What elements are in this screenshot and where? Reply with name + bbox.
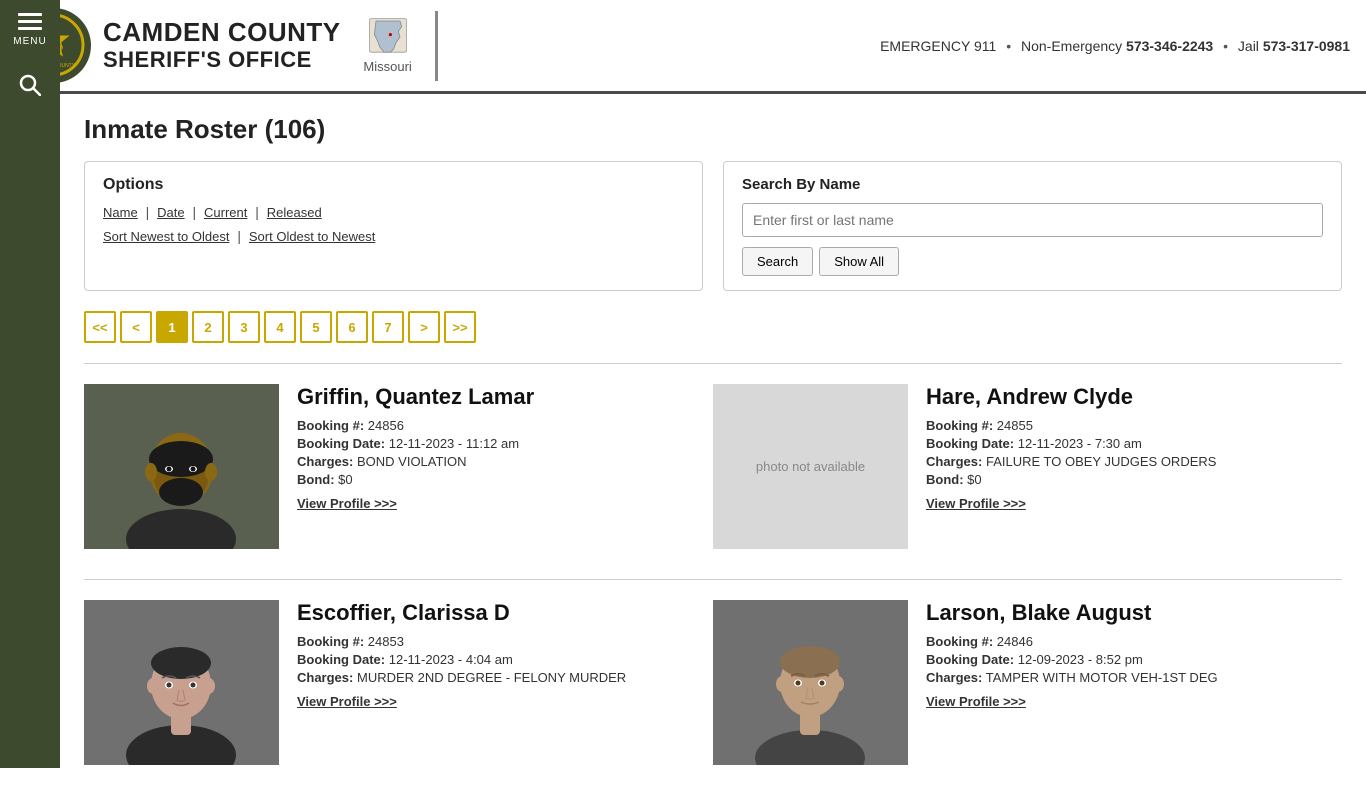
inmate-info: Griffin, Quantez Lamar Booking #: 24856 … <box>297 384 713 549</box>
divider-top <box>84 363 1342 364</box>
inmate-charges-3: Charges: MURDER 2ND DEGREE - FELONY MURD… <box>297 670 713 685</box>
inmate-name-2: Hare, Andrew Clyde <box>926 384 1342 410</box>
pagination: << < 1 2 3 4 5 6 7 > >> <box>84 311 1342 343</box>
inmate-card: Escoffier, Clarissa D Booking #: 24853 B… <box>84 600 713 765</box>
agency-name-line2: SHERIFF'S OFFICE <box>103 47 341 73</box>
sidebar-search-button[interactable] <box>0 60 60 110</box>
agency-name: CAMDEN COUNTY SHERIFF'S OFFICE <box>103 18 341 73</box>
emergency-label: EMERGENCY 911 <box>880 38 996 54</box>
separator2: • <box>1223 38 1228 54</box>
page-5[interactable]: 5 <box>300 311 332 343</box>
page-6[interactable]: 6 <box>336 311 368 343</box>
non-emergency-number: 573-346-2243 <box>1126 38 1213 54</box>
search-box: Search By Name Search Show All <box>723 161 1342 291</box>
page-last[interactable]: >> <box>444 311 476 343</box>
site-header: CCSO CAMDEN COUNTY CAMDEN COUNTY SHERIFF… <box>0 0 1366 94</box>
sort-newest-link[interactable]: Sort Newest to Oldest <box>103 229 229 244</box>
show-all-button[interactable]: Show All <box>819 247 899 276</box>
page-first[interactable]: << <box>84 311 116 343</box>
inmate-photo-placeholder: photo not available <box>713 384 908 549</box>
search-btn-row: Search Show All <box>742 247 1323 276</box>
search-button[interactable]: Search <box>742 247 813 276</box>
inmate-booking-date-3: Booking Date: 12-11-2023 - 4:04 am <box>297 652 713 667</box>
inmate-photo <box>713 600 908 765</box>
filter-name-link[interactable]: Name <box>103 205 138 220</box>
main-content: Inmate Roster (106) Options Name | Date … <box>60 94 1366 805</box>
inmate-booking-num-2: Booking #: 24855 <box>926 418 1342 433</box>
header-left: CCSO CAMDEN COUNTY CAMDEN COUNTY SHERIFF… <box>16 8 448 83</box>
inmate-charges-1: Charges: BOND VIOLATION <box>297 454 713 469</box>
page-7[interactable]: 7 <box>372 311 404 343</box>
view-profile-link-1[interactable]: View Profile >>> <box>297 496 397 511</box>
page-3[interactable]: 3 <box>228 311 260 343</box>
inmate-booking-num-1: Booking #: 24856 <box>297 418 713 433</box>
inmate-booking-date-2: Booking Date: 12-11-2023 - 7:30 am <box>926 436 1342 451</box>
jail-number: 573-317-0981 <box>1263 38 1350 54</box>
search-title: Search By Name <box>742 176 1323 193</box>
inmate-charges-2: Charges: FAILURE TO OBEY JUDGES ORDERS <box>926 454 1342 469</box>
inmate-card: Griffin, Quantez Lamar Booking #: 24856 … <box>84 384 713 549</box>
page-prev[interactable]: < <box>120 311 152 343</box>
page-next[interactable]: > <box>408 311 440 343</box>
menu-button[interactable]: MENU <box>0 0 60 60</box>
inmate-name-3: Escoffier, Clarissa D <box>297 600 713 626</box>
inmate-card: Larson, Blake August Booking #: 24846 Bo… <box>713 600 1342 765</box>
options-box: Options Name | Date | Current | Released… <box>84 161 703 291</box>
filter-released-link[interactable]: Released <box>267 205 322 220</box>
options-title: Options <box>103 176 684 194</box>
inmate-bond-1: Bond: $0 <box>297 472 713 487</box>
sort-links: Sort Newest to Oldest | Sort Oldest to N… <box>103 228 684 244</box>
inmate-photo <box>84 384 279 549</box>
filter-date-link[interactable]: Date <box>157 205 184 220</box>
divider-mid <box>84 579 1342 580</box>
inmate-booking-num-4: Booking #: 24846 <box>926 634 1342 649</box>
inmate-booking-num-3: Booking #: 24853 <box>297 634 713 649</box>
agency-name-line1: CAMDEN COUNTY <box>103 18 341 47</box>
sort-oldest-link[interactable]: Sort Oldest to Newest <box>249 229 375 244</box>
separator1: • <box>1006 38 1011 54</box>
menu-label: MENU <box>13 36 46 47</box>
filter-links: Name | Date | Current | Released <box>103 204 684 220</box>
page-1[interactable]: 1 <box>156 311 188 343</box>
inmate-name-4: Larson, Blake August <box>926 600 1342 626</box>
inmate-row: Escoffier, Clarissa D Booking #: 24853 B… <box>84 600 1342 785</box>
jail-label: Jail <box>1238 38 1259 54</box>
inmate-info: Escoffier, Clarissa D Booking #: 24853 B… <box>297 600 713 765</box>
inmate-card: photo not available Hare, Andrew Clyde B… <box>713 384 1342 549</box>
state-label: Missouri <box>363 59 411 74</box>
inmate-bond-2: Bond: $0 <box>926 472 1342 487</box>
sidebar: MENU <box>0 0 60 768</box>
inmate-name-1: Griffin, Quantez Lamar <box>297 384 713 410</box>
inmate-info: Hare, Andrew Clyde Booking #: 24855 Book… <box>926 384 1342 549</box>
page-4[interactable]: 4 <box>264 311 296 343</box>
options-search-row: Options Name | Date | Current | Released… <box>84 161 1342 291</box>
header-divider <box>435 11 438 81</box>
page-title: Inmate Roster (106) <box>84 114 1342 145</box>
filter-current-link[interactable]: Current <box>204 205 247 220</box>
inmate-charges-4: Charges: TAMPER WITH MOTOR VEH-1ST DEG <box>926 670 1342 685</box>
emergency-info: EMERGENCY 911 • Non-Emergency 573-346-22… <box>880 38 1350 54</box>
state-badge: Missouri <box>363 17 413 74</box>
inmate-booking-date-1: Booking Date: 12-11-2023 - 11:12 am <box>297 436 713 451</box>
inmate-booking-date-4: Booking Date: 12-09-2023 - 8:52 pm <box>926 652 1342 667</box>
page-2[interactable]: 2 <box>192 311 224 343</box>
view-profile-link-2[interactable]: View Profile >>> <box>926 496 1026 511</box>
inmate-info: Larson, Blake August Booking #: 24846 Bo… <box>926 600 1342 765</box>
inmate-photo <box>84 600 279 765</box>
inmate-row: Griffin, Quantez Lamar Booking #: 24856 … <box>84 384 1342 569</box>
view-profile-link-3[interactable]: View Profile >>> <box>297 694 397 709</box>
non-emergency-label: Non-Emergency <box>1021 38 1122 54</box>
inmate-list: Griffin, Quantez Lamar Booking #: 24856 … <box>84 384 1342 785</box>
view-profile-link-4[interactable]: View Profile >>> <box>926 694 1026 709</box>
search-input[interactable] <box>742 203 1323 237</box>
no-photo-text: photo not available <box>756 459 865 474</box>
